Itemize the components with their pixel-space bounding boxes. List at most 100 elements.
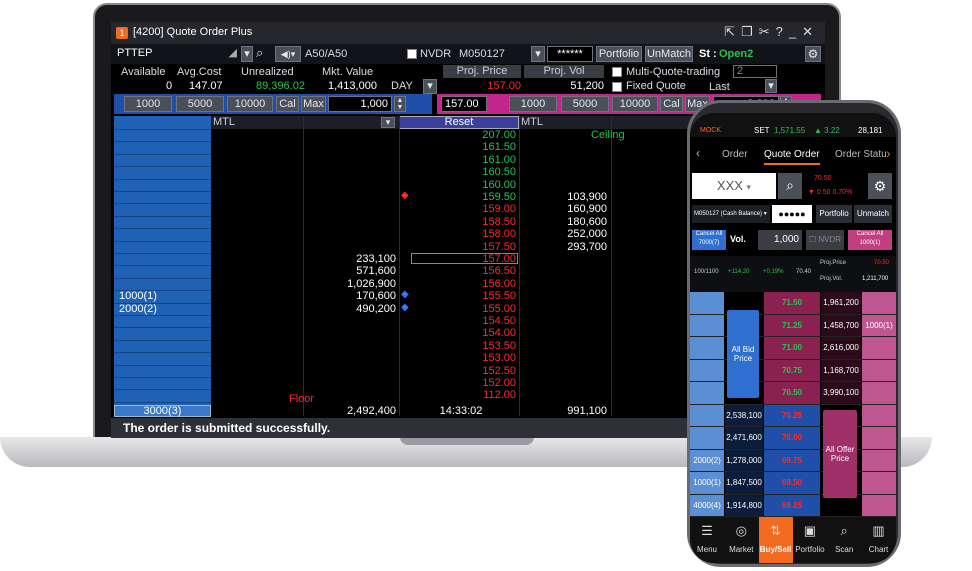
mobile-price: 69.50 (764, 472, 820, 494)
nvdr-checkbox[interactable] (407, 49, 417, 59)
price-mode-select[interactable]: Last (709, 81, 730, 93)
ask-volume: 252,000 (567, 228, 607, 241)
mobile-stat-avg: 70.40 (796, 269, 812, 275)
nav-label: Market (729, 545, 754, 554)
bid-qty-5000-button[interactable]: 5000 (176, 96, 224, 112)
validity-dropdown-button[interactable]: ▾ (423, 79, 437, 94)
ask-qty-5000-button[interactable]: 5000 (561, 96, 609, 112)
ladder-price: 152.50 (482, 364, 516, 377)
close-icon[interactable]: ✕ (802, 24, 819, 39)
toolbar-row: PTTEP ◢ ▾ ⌕ ◀)▾ A50/A50 NVDR M050127 ▾ **… (111, 44, 825, 64)
help-icon[interactable]: ? (776, 24, 789, 39)
fixed-quote-checkbox[interactable] (612, 82, 622, 92)
mobile-nvdr-toggle[interactable]: ☐ NVDR (806, 230, 844, 250)
settings-button[interactable]: ⚙ (805, 46, 821, 62)
unmatch-button[interactable]: UnMatch (645, 46, 693, 62)
bid-header-dropdown[interactable]: ▾ (381, 117, 395, 128)
bid-qty-10000-button[interactable]: 10000 (227, 96, 273, 112)
tab-quote-order[interactable]: Quote Order (764, 149, 820, 165)
speaker-button[interactable]: ◀)▾ (275, 46, 301, 62)
symbol-input[interactable]: PTTEP ◢ (114, 46, 239, 62)
bid-cal-button[interactable]: Cal (276, 96, 299, 112)
mobile-symbol-value: XXX (716, 178, 743, 193)
multi-quote-checkbox[interactable] (612, 67, 622, 77)
mobile-unmatch-button[interactable]: Unmatch (854, 205, 892, 223)
account-dropdown-button[interactable]: ▾ (531, 46, 545, 62)
ask-qty-1000-button[interactable]: 1000 (509, 96, 557, 112)
mobile-ladder-row[interactable]: 2000(2) 1,278,000 69.75 (690, 449, 896, 472)
tab-order-status[interactable]: Order Statu (835, 149, 887, 160)
menu-icon: ☰ (701, 523, 713, 538)
mobile-vol-input[interactable]: 1,000 (758, 230, 802, 250)
total-bid-orders[interactable]: 3000(3) (114, 405, 211, 417)
mobile-symbol-input[interactable]: XXX ▾ (692, 173, 776, 199)
mobile-ladder-row[interactable]: 1000(1) 1,847,500 69.50 (690, 472, 896, 495)
nav-portfolio[interactable]: ▣ Portfolio (793, 517, 827, 563)
reset-button[interactable]: Reset (399, 116, 519, 129)
minimize-icon[interactable]: _ (789, 24, 802, 39)
validity-select[interactable]: DAY (391, 80, 413, 92)
mobile-all-offer-price-button[interactable]: All Offer Price (823, 410, 857, 498)
ask-qty-10000-button[interactable]: 10000 (612, 96, 658, 112)
mkt-value-label: Mkt. Value (322, 66, 374, 78)
stepper-icon: ▲▼ (396, 97, 404, 111)
chevron-down-icon: ▾ (746, 182, 752, 192)
nav-chart[interactable]: ▥ Chart (862, 517, 896, 563)
bid-order-marker-icon[interactable]: ◆ (401, 302, 409, 313)
ask-volume: 293,700 (567, 240, 607, 253)
bid-max-button[interactable]: Max (301, 96, 326, 112)
ask-price-input[interactable]: 157.00 (441, 96, 487, 112)
mobile-bid-volume: 2,471,600 (725, 427, 763, 449)
mobile-my-bid (690, 359, 724, 381)
mobile-proj-vol-value: 1,211,700 (862, 276, 889, 282)
bid-qty-1000-button[interactable]: 1000 (124, 96, 172, 112)
cancel-all-bid-label: Cancel All (695, 231, 723, 237)
mobile-account-select[interactable]: M050127 (Cash Balance) ▾ (692, 205, 770, 223)
nav-label: Buy/Sell (759, 545, 792, 554)
popout-icon[interactable]: ⇱ (724, 24, 741, 39)
multi-quote-count-select[interactable]: 2 (733, 65, 777, 78)
mobile-cancel-all-ask-button[interactable]: Cancel All 1000(1) (848, 230, 892, 250)
pin-input[interactable]: ****** (547, 46, 593, 62)
nav-buy-sell[interactable]: ⇅ Buy/Sell (758, 517, 793, 563)
ask-cal-button[interactable]: Cal (660, 96, 683, 112)
restore-icon[interactable]: ❐ (741, 24, 759, 39)
mobile-ladder-row[interactable]: 70.75 1,168,700 (690, 359, 896, 382)
mobile-ladder-row[interactable]: 4000(4) 1,914,800 69.25 (690, 494, 896, 517)
ask-order-marker-icon[interactable]: ◆ (401, 190, 409, 201)
bid-order-marker-icon[interactable]: ◆ (401, 289, 409, 300)
mobile-tab-bar: ‹ Order Quote Order Order Statu › (690, 143, 896, 165)
mobile-ladder-row[interactable]: 70.50 3,990,100 (690, 382, 896, 405)
portfolio-button[interactable]: Portfolio (596, 46, 642, 62)
mobile-ladder-row[interactable]: 71.25 1,458,700 1000(1) (690, 314, 896, 337)
back-icon[interactable]: ‹ (696, 146, 700, 160)
mobile-price-change: ▼ 0.50 0.70% (808, 189, 853, 196)
tab-order[interactable]: Order (722, 149, 748, 160)
mobile-ladder-row[interactable]: 71.00 2,616,000 (690, 337, 896, 360)
mobile-ladder-row[interactable]: 2,471,600 70.00 (690, 427, 896, 450)
bid-volume-input[interactable]: 1,000 (328, 96, 392, 112)
mobile-portfolio-button[interactable]: Portfolio (816, 205, 852, 223)
portfolio-icon: ▣ (803, 523, 817, 538)
ceiling-label: Ceiling (591, 129, 625, 141)
mobile-ladder-row[interactable]: 2,538,100 70.25 (690, 404, 896, 427)
next-icon[interactable]: › (886, 145, 891, 161)
mobile-settings-button[interactable]: ⚙ (868, 173, 892, 199)
mobile-search-button[interactable]: ⌕ (778, 173, 802, 199)
index-change-value: 3.22 (824, 126, 840, 135)
nav-scan[interactable]: ⌕ Scan (827, 517, 861, 563)
price-mode-dropdown-button[interactable]: ▾ (765, 79, 777, 93)
mobile-all-bid-price-button[interactable]: All Bid Price (727, 310, 759, 398)
tools-icon[interactable]: ✂ (759, 24, 776, 39)
bid-volume-stepper[interactable]: ▲ ▼ (394, 96, 406, 112)
nav-menu[interactable]: ☰ Menu (690, 517, 724, 563)
symbol-dropdown-button[interactable]: ▾ (241, 46, 253, 62)
mobile-ladder-row[interactable]: 71.50 1,961,200 (690, 292, 896, 315)
search-icon[interactable]: ⌕ (256, 45, 263, 61)
gear-icon: ⚙ (873, 178, 887, 194)
mobile-cancel-all-bid-button[interactable]: Cancel All 7000(7) (692, 230, 726, 250)
mobile-my-bid (690, 314, 724, 336)
nav-market[interactable]: ◎ Market (724, 517, 758, 563)
mobile-pin-input[interactable]: ●●●●● (772, 205, 812, 223)
ask-volume: 103,900 (567, 191, 607, 203)
